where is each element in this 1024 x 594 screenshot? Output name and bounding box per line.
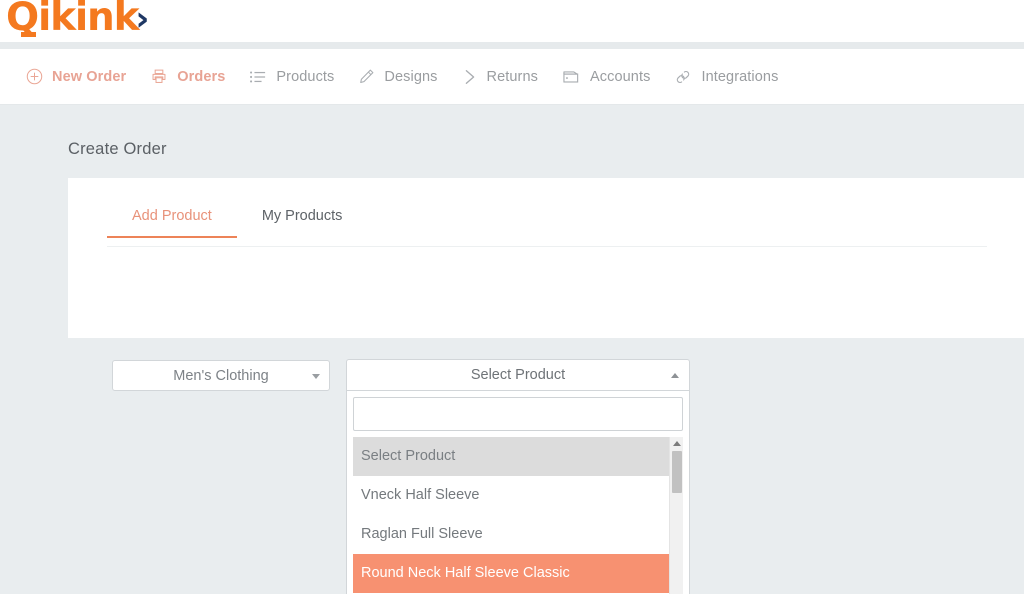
wallet-icon (562, 68, 581, 85)
page-title: Create Order (68, 140, 167, 159)
scrollbar-thumb[interactable] (672, 451, 682, 493)
nav-label-products: Products (276, 69, 334, 85)
nav-label-integrations: Integrations (701, 69, 778, 85)
header-divider-strip (0, 42, 1024, 49)
nav-item-products[interactable]: Products (237, 65, 346, 89)
plus-circle-icon (26, 68, 43, 85)
nav-item-integrations[interactable]: Integrations (662, 64, 790, 90)
product-option-list: Select Product Vneck Half Sleeve Raglan … (353, 437, 683, 594)
logo-underbar-accent (21, 32, 36, 37)
nav-label-new-order: New Order (52, 69, 126, 85)
chevron-right-icon (462, 68, 478, 86)
nav-label-returns: Returns (487, 69, 538, 85)
list-icon (249, 69, 267, 85)
product-dropdown: Select Product Select Product Vneck Half… (346, 359, 690, 594)
option-label: Vneck Half Sleeve (361, 487, 479, 503)
logo-bar: Qikink› (0, 0, 1024, 42)
product-dropdown-toggle[interactable]: Select Product (346, 359, 690, 391)
chevron-up-icon (671, 373, 679, 378)
product-option-raglan-full-sleeve[interactable]: Raglan Full Sleeve (353, 515, 683, 554)
tab-add-product-label: Add Product (132, 208, 212, 224)
nav-item-designs[interactable]: Designs (346, 64, 449, 89)
product-option-placeholder[interactable]: Select Product (353, 437, 683, 476)
nav-item-new-order[interactable]: New Order (14, 64, 138, 89)
option-label: Round Neck Half Sleeve Classic (361, 565, 570, 581)
option-label: Raglan Full Sleeve (361, 526, 483, 542)
add-product-card: Add Product My Products (68, 178, 1024, 338)
nav-label-orders: Orders (177, 69, 225, 85)
tab-divider (107, 246, 987, 247)
pencil-icon (358, 68, 375, 85)
scrollbar-up-arrow-icon[interactable] (670, 437, 683, 450)
card-tabs: Add Product My Products (107, 200, 367, 238)
option-label: Select Product (361, 448, 455, 464)
tab-my-products[interactable]: My Products (237, 200, 368, 238)
logo-chevron-icon: › (135, 0, 147, 39)
product-option-vneck-half-sleeve[interactable]: Vneck Half Sleeve (353, 476, 683, 515)
link-icon (674, 68, 692, 86)
nav-label-accounts: Accounts (590, 69, 650, 85)
nav-item-returns[interactable]: Returns (450, 64, 550, 90)
content-area: Create Order Add Product My Products Men… (0, 106, 1024, 594)
chevron-down-icon (312, 374, 320, 379)
nav-label-designs: Designs (384, 69, 437, 85)
triangle-up-glyph (673, 441, 681, 446)
app-root: Qikink› New Order (0, 0, 1024, 594)
product-dropdown-panel: Select Product Vneck Half Sleeve Raglan … (346, 391, 690, 594)
product-list-scrollbar[interactable] (669, 437, 683, 594)
product-search-input[interactable] (353, 397, 683, 431)
main-navigation: New Order Orders (0, 49, 1024, 105)
nav-item-orders[interactable]: Orders (138, 64, 237, 89)
nav-item-accounts[interactable]: Accounts (550, 64, 662, 89)
tab-my-products-label: My Products (262, 208, 343, 224)
category-dropdown-value: Men's Clothing (173, 368, 268, 384)
printer-icon (150, 68, 168, 85)
product-dropdown-value: Select Product (471, 367, 565, 383)
category-dropdown[interactable]: Men's Clothing (112, 360, 330, 391)
product-option-round-neck-half-sleeve-classic[interactable]: Round Neck Half Sleeve Classic (353, 554, 683, 593)
tab-add-product[interactable]: Add Product (107, 200, 237, 238)
